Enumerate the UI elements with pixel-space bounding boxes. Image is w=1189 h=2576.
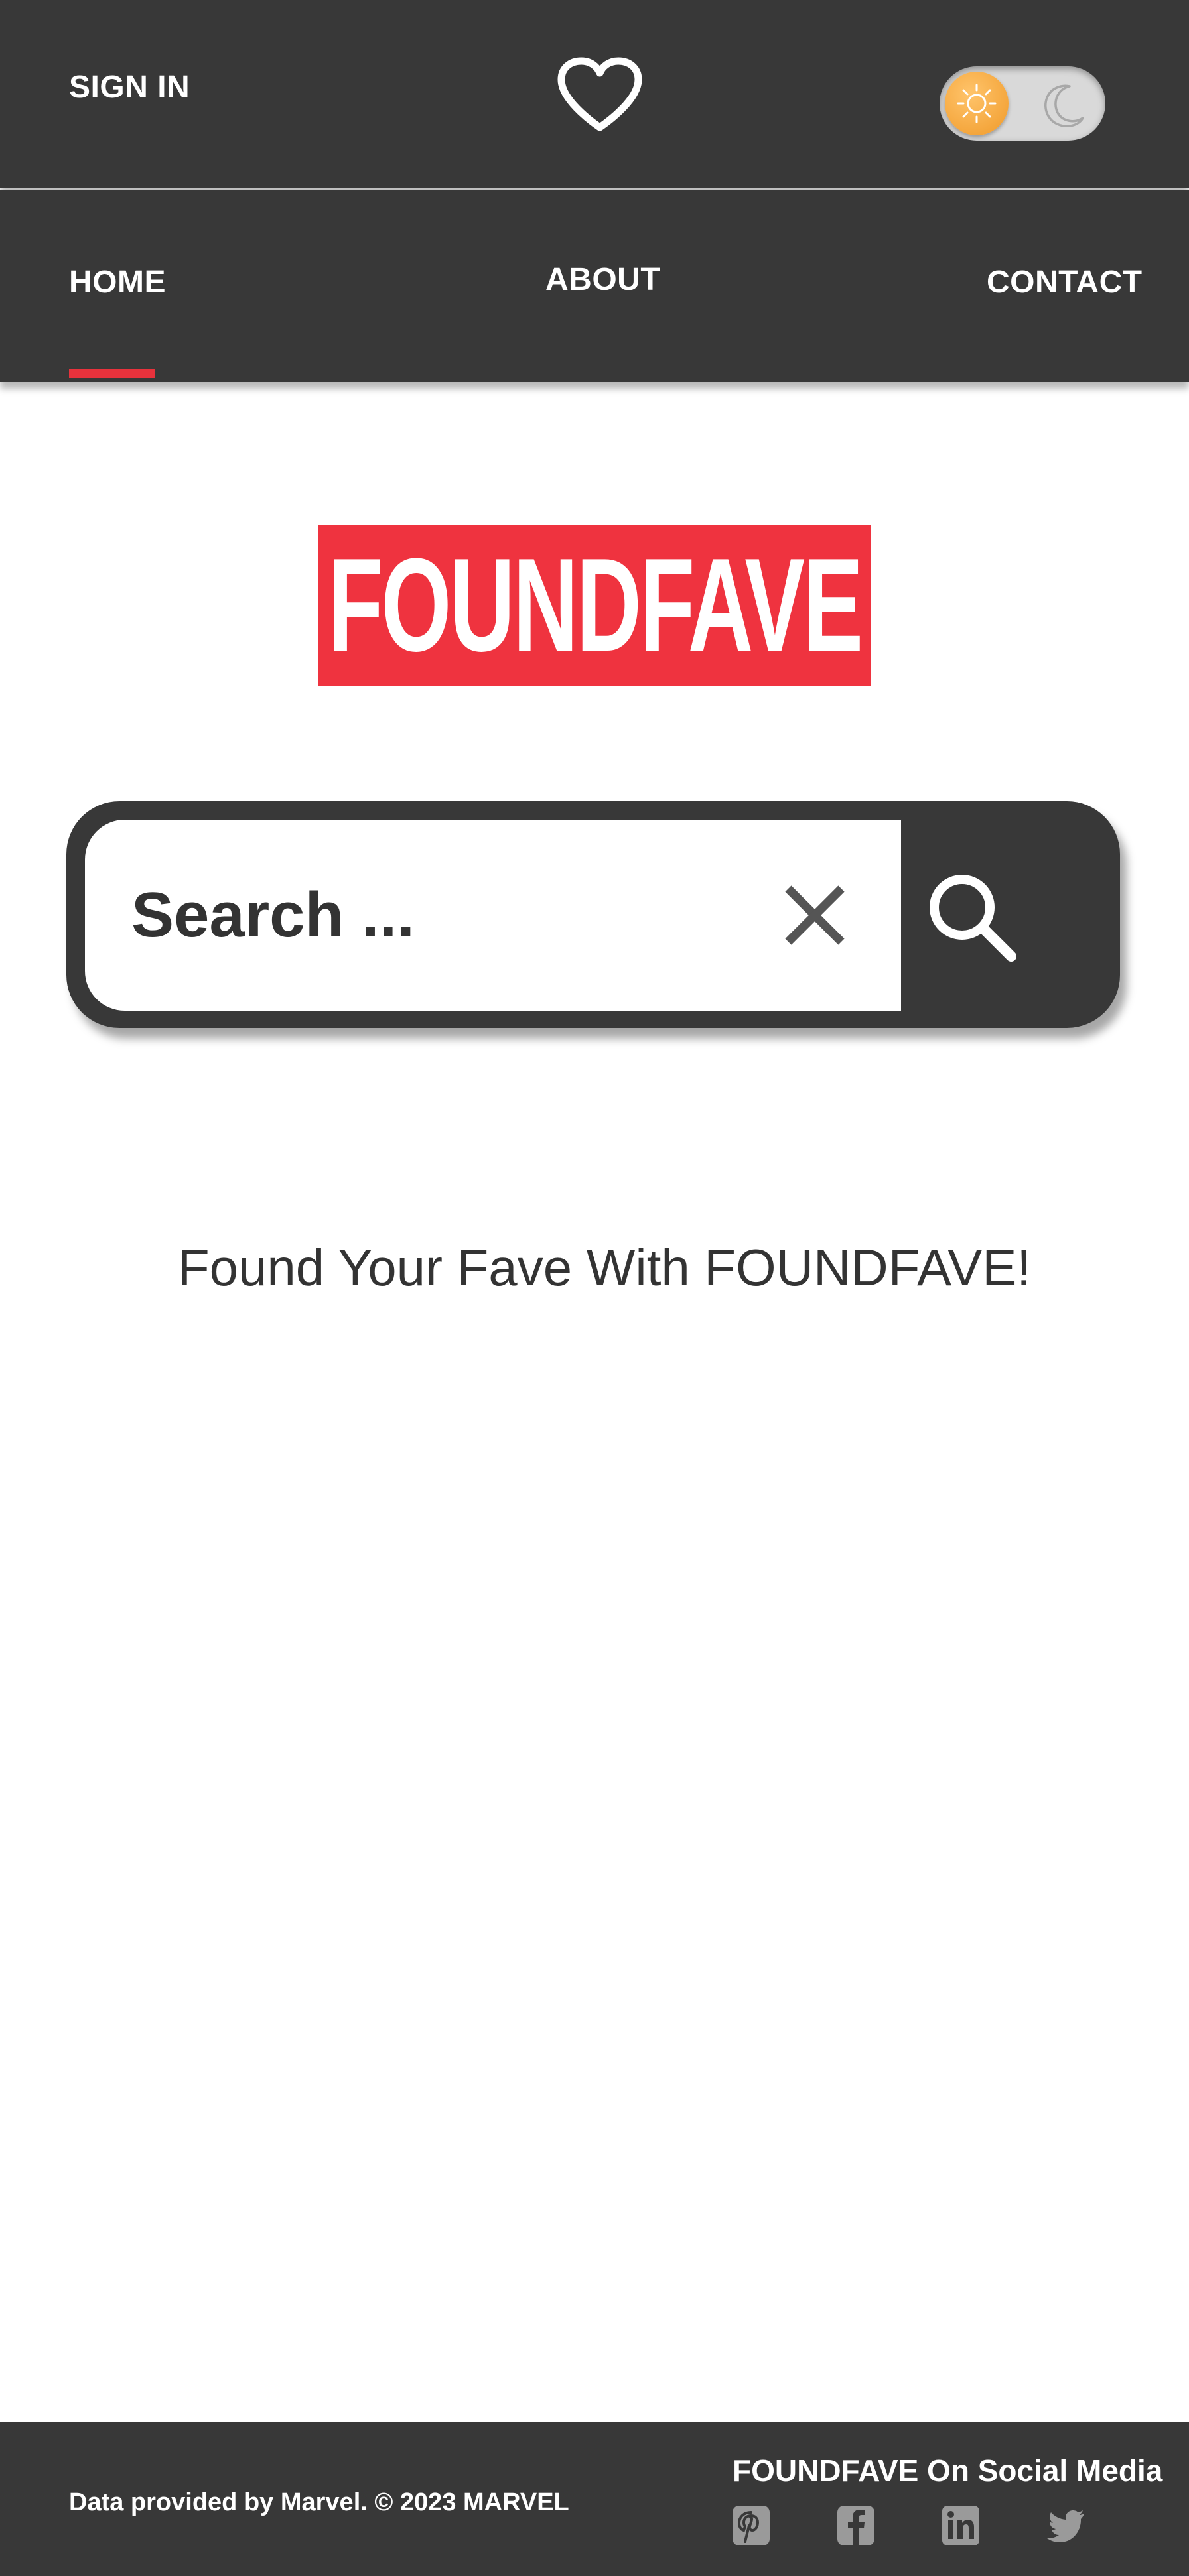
search-field — [85, 820, 901, 1011]
footer-credit: Data provided by Marvel. © 2023 MARVEL — [69, 2488, 569, 2516]
active-nav-indicator — [69, 369, 155, 378]
footer-social-title: FOUNDFAVE On Social Media — [733, 2453, 1163, 2488]
logo-text: FOUNDFAVE — [327, 531, 863, 679]
nav-contact[interactable]: CONTACT — [987, 264, 1143, 300]
nav-home[interactable]: HOME — [69, 264, 166, 300]
main-nav: HOME ABOUT CONTACT — [0, 190, 1189, 382]
twitter-icon[interactable] — [1046, 2504, 1085, 2547]
close-icon[interactable] — [782, 882, 848, 948]
foundfave-logo: FOUNDFAVE — [318, 525, 871, 686]
facebook-icon[interactable] — [836, 2504, 876, 2547]
search-icon[interactable] — [918, 864, 1024, 970]
linkedin-icon[interactable] — [941, 2504, 981, 2547]
sign-in-link[interactable]: SIGN IN — [69, 69, 190, 105]
search-input[interactable] — [131, 820, 729, 1011]
footer: Data provided by Marvel. © 2023 MARVEL F… — [0, 2422, 1189, 2576]
moon-icon — [1044, 84, 1084, 127]
toggle-knob — [945, 72, 1009, 135]
sun-icon — [957, 84, 997, 123]
search-bar — [66, 801, 1120, 1028]
nav-about[interactable]: ABOUT — [545, 261, 660, 298]
pinterest-icon[interactable] — [731, 2504, 771, 2547]
top-header: SIGN IN — [0, 0, 1189, 188]
tagline: Found Your Fave With FOUNDFAVE! — [177, 1238, 1032, 1297]
heart-icon[interactable] — [555, 56, 645, 135]
theme-toggle[interactable] — [940, 66, 1105, 141]
